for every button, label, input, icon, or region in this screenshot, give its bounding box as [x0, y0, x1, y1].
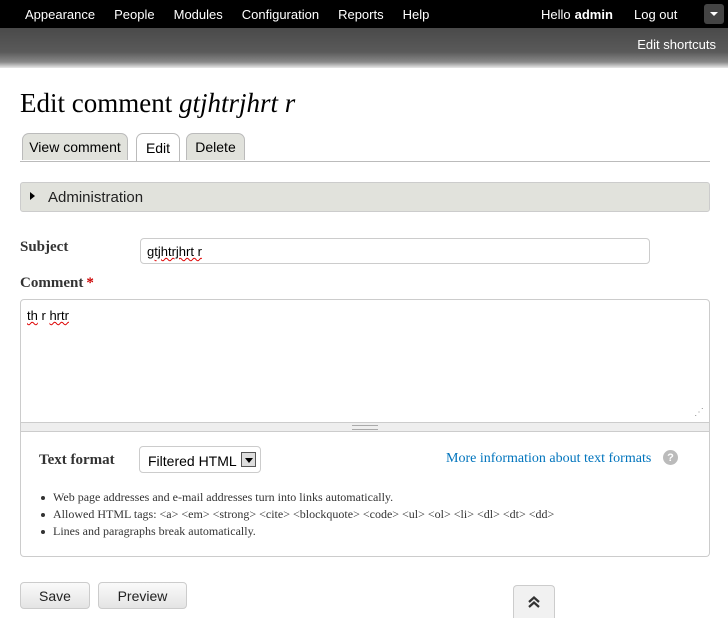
menu-item-people[interactable]: People — [114, 7, 154, 22]
format-tip: Web page addresses and e-mail addresses … — [39, 489, 554, 506]
text-format-select[interactable]: Filtered HTML — [139, 446, 261, 473]
menu-item-help[interactable]: Help — [403, 7, 430, 22]
chevron-down-icon — [710, 12, 718, 16]
subject-label: Subject — [20, 239, 69, 255]
logout-link[interactable]: Log out — [634, 0, 677, 28]
textarea-resize-handle[interactable] — [20, 423, 710, 432]
user-greeting: Hello admin — [541, 0, 613, 28]
more-info-link[interactable]: More information about text formats — [446, 451, 651, 467]
edit-shortcuts-link[interactable]: Edit shortcuts — [637, 37, 716, 52]
text-format-wrapper: Text format Filtered HTML More informati… — [20, 432, 710, 557]
help-icon[interactable]: ? — [663, 450, 678, 465]
format-tip: Allowed HTML tags: <a> <em> <strong> <ci… — [39, 506, 554, 523]
comment-word-2: r — [41, 308, 46, 323]
username-link[interactable]: admin — [575, 7, 613, 22]
administration-legend: Administration — [48, 189, 144, 206]
page-title-prefix: Edit comment — [20, 88, 173, 118]
primary-tabs: View comment Edit Delete — [20, 133, 710, 162]
toolbar-menu: Appearance People Modules Configuration … — [0, 0, 429, 28]
subject-input[interactable]: gtjhtrjhrt r — [140, 238, 650, 264]
comment-word-1: th — [27, 308, 38, 323]
required-marker: * — [86, 275, 94, 291]
resize-grip-icon: ⋰ — [694, 407, 704, 418]
preview-button[interactable]: Preview — [98, 582, 187, 609]
page-title: Edit comment gtjhtrjhrt r — [20, 88, 295, 119]
comment-textarea[interactable]: th r hrtr ⋰ — [20, 299, 710, 423]
subject-value: gtjhtrjhrt r — [147, 244, 202, 259]
shortcuts-bar: Edit shortcuts — [0, 28, 728, 68]
admin-toolbar: Appearance People Modules Configuration … — [0, 0, 728, 28]
page-title-subject: gtjhtrjhrt r — [178, 88, 296, 118]
save-button[interactable]: Save — [20, 582, 90, 609]
triangle-right-icon — [30, 192, 35, 200]
comment-word-3: hrtr — [49, 308, 69, 323]
text-format-label: Text format — [39, 452, 115, 468]
menu-item-appearance[interactable]: Appearance — [25, 7, 95, 22]
format-tip: Lines and paragraphs break automatically… — [39, 523, 554, 540]
format-tips-list: Web page addresses and e-mail addresses … — [39, 489, 554, 540]
double-chevron-up-icon — [528, 596, 540, 608]
tab-edit[interactable]: Edit — [136, 133, 180, 161]
shortcuts-toggle-button[interactable] — [704, 4, 724, 24]
administration-fieldset[interactable]: Administration — [20, 182, 710, 212]
text-format-selected: Filtered HTML — [148, 453, 237, 469]
scroll-to-top-button[interactable] — [513, 585, 555, 618]
hello-text: Hello — [541, 6, 571, 22]
comment-label-text: Comment — [20, 275, 84, 291]
dropdown-arrow-icon — [241, 452, 256, 467]
comment-label: Comment * — [20, 275, 94, 292]
tab-delete[interactable]: Delete — [186, 133, 245, 160]
menu-item-configuration[interactable]: Configuration — [242, 7, 319, 22]
menu-item-modules[interactable]: Modules — [174, 7, 223, 22]
menu-item-reports[interactable]: Reports — [338, 7, 384, 22]
tab-view-comment[interactable]: View comment — [22, 133, 128, 160]
